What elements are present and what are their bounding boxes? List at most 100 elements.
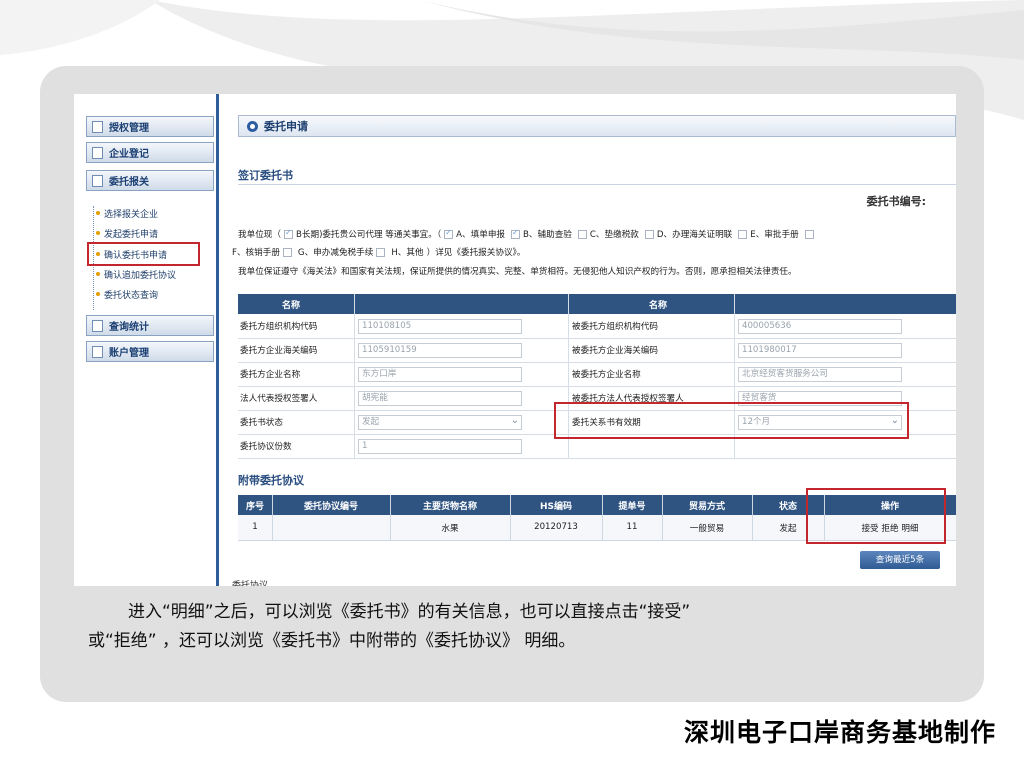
query-recent-button[interactable]: 查询最近5条 xyxy=(860,551,940,569)
client-customs-code-field[interactable]: 1105910159 xyxy=(358,343,522,358)
option-a-label: A、填单申报 xyxy=(456,230,506,240)
sidebar-item-start-request[interactable]: 发起委托申请 xyxy=(96,225,158,241)
client-org-code-field[interactable]: 110108105 xyxy=(358,319,522,334)
app-screenshot: 授权管理 企业登记 委托报关 选择报关企业 发起委托申请 确认委托书申请 确认追… xyxy=(74,94,956,586)
option-h[interactable]: H、其他 xyxy=(391,246,423,258)
sidebar-section-account[interactable]: 账户管理 xyxy=(86,341,214,362)
option-b-checkbox[interactable] xyxy=(511,228,521,239)
caption: 进入“明细”之后，可以浏览《委托书》的有关信息，也可以直接点击“接受” 或“拒绝… xyxy=(88,598,952,656)
field-label: 委托方企业名称 xyxy=(240,370,301,380)
folder-icon xyxy=(92,120,103,133)
cell-hs-code: 20120713 xyxy=(534,522,578,532)
agreement-count-field[interactable]: 1 xyxy=(358,439,522,454)
caption-line2: 或“拒绝” ，还可以浏览《委托书》中附带的《委托协议》 明细。 xyxy=(88,631,576,651)
agent-name-field[interactable]: 北京经贸客货服务公司 xyxy=(738,367,902,382)
option-d[interactable]: D、办理海关证明联 xyxy=(642,228,732,240)
sidebar-section-label: 授权管理 xyxy=(109,123,149,134)
agent-customs-code-field[interactable]: 1101980017 xyxy=(738,343,902,358)
para-text: 我单位现（ xyxy=(238,230,281,240)
sidebar-section-entrust[interactable]: 委托报关 xyxy=(86,170,214,191)
option-f[interactable]: F、核销手册 xyxy=(232,246,295,258)
sidebar-section-register[interactable]: 企业登记 xyxy=(86,142,214,163)
section-title-agreement: 附带委托协议 xyxy=(238,474,304,487)
highlight-box-actions xyxy=(806,488,946,544)
caption-line1: 进入“明细”之后，可以浏览《委托书》的有关信息，也可以直接点击“接受” xyxy=(128,602,691,622)
option-e-checkbox[interactable] xyxy=(738,229,748,239)
col-header: HS编码 xyxy=(539,502,572,512)
sidebar-item-label: 发起委托申请 xyxy=(104,229,159,240)
cell-goods: 水果 xyxy=(441,524,459,534)
bullet-icon xyxy=(96,272,100,276)
sidebar-item-label: 选择报关企业 xyxy=(104,209,159,220)
option-e[interactable]: E、审批手册 xyxy=(735,228,799,240)
bullet-icon xyxy=(96,211,100,215)
section-title-sign: 签订委托书 xyxy=(238,169,293,182)
long-term-checkbox[interactable] xyxy=(283,228,293,239)
option-f-checkbox[interactable] xyxy=(282,247,292,257)
sidebar: 授权管理 企业登记 委托报关 选择报关企业 发起委托申请 确认委托书申请 确认追… xyxy=(74,94,218,586)
cell-bill-no: 11 xyxy=(626,522,638,532)
option-a[interactable]: A、填单申报 xyxy=(441,228,505,240)
bullet-icon xyxy=(96,231,100,235)
col-header: 贸易方式 xyxy=(688,502,725,512)
client-signer-field[interactable]: 胡宪能 xyxy=(358,391,522,406)
sidebar-section-auth[interactable]: 授权管理 xyxy=(86,116,214,137)
highlight-box-validity xyxy=(554,402,909,439)
option-g[interactable]: G、申办减免税手续 xyxy=(298,246,388,258)
option-c-label: C、垫缴税款 xyxy=(589,230,639,240)
info-row: 委托方企业海关编码 1105910159 被委托方企业海关编码 11019800… xyxy=(238,338,956,363)
col-header: 主要货物名称 xyxy=(422,502,477,512)
grid-line xyxy=(662,495,663,540)
grid-line xyxy=(752,495,753,540)
sidebar-section-label: 委托报关 xyxy=(109,177,149,188)
sidebar-item-label: 确认追加委托协议 xyxy=(104,270,177,281)
main-content: 委托申请 签订委托书 委托书编号: 我单位现（ B长期)委托贵公司代理 等通关事… xyxy=(220,94,956,586)
sidebar-section-label: 企业登记 xyxy=(109,149,149,160)
folder-icon xyxy=(92,345,103,358)
col-header: 提单号 xyxy=(618,502,646,512)
sidebar-divider xyxy=(216,94,219,586)
option-g-label: G、申办减免税手续 xyxy=(297,248,374,258)
header-name-right: 名称 xyxy=(649,301,668,311)
option-c-checkbox[interactable] xyxy=(577,229,587,239)
grid-line xyxy=(390,495,391,540)
cert-number-label: 委托书编号: xyxy=(866,195,926,208)
option-b[interactable]: B、辅助查验 xyxy=(508,228,572,240)
option-c[interactable]: C、垫缴税款 xyxy=(575,228,639,240)
client-name-field[interactable]: 东方口岸 xyxy=(358,367,522,382)
field-label: 被委托方组织机构代码 xyxy=(572,322,658,332)
option-e-extra-checkbox[interactable] xyxy=(804,229,814,239)
section-divider xyxy=(238,184,956,185)
folder-icon xyxy=(92,146,103,159)
folder-icon xyxy=(92,319,103,332)
sidebar-section-label: 账户管理 xyxy=(109,348,149,359)
guarantee-text: 我单位保证遵守《海关法》和国家有关法规，保证所提供的情况真实、完整、单货相符。无… xyxy=(238,267,797,277)
para-text: B长期)委托贵公司代理 等通关事宜。（ xyxy=(295,230,442,240)
field-label: 委托方组织机构代码 xyxy=(240,322,318,332)
option-f-label: F、核销手册 xyxy=(232,248,280,258)
sidebar-item-select-broker[interactable]: 选择报关企业 xyxy=(96,205,158,221)
info-row: 委托方组织机构代码 110108105 被委托方组织机构代码 400005636 xyxy=(238,314,956,339)
field-label: 被委托方企业海关编码 xyxy=(572,346,658,356)
entrust-status-select[interactable]: 发起 xyxy=(358,415,522,430)
folder-icon xyxy=(92,174,103,187)
agent-org-code-field[interactable]: 400005636 xyxy=(738,319,902,334)
option-e-label: E、审批手册 xyxy=(750,230,799,240)
entrust-options-line1: 我单位现（ B长期)委托贵公司代理 等通关事宜。（ A、填单申报 B、辅助查验 … xyxy=(238,228,817,240)
info-row: 委托方企业名称 东方口岸 被委托方企业名称 北京经贸客货服务公司 xyxy=(238,362,956,387)
option-d-checkbox[interactable] xyxy=(644,229,654,239)
option-b-label: B、辅助查验 xyxy=(523,230,572,240)
option-h-label: H、其他 xyxy=(391,248,424,258)
sidebar-item-label: 委托状态查询 xyxy=(104,290,159,301)
field-label: 委托方企业海关编码 xyxy=(240,346,318,356)
sidebar-item-confirm-append[interactable]: 确认追加委托协议 xyxy=(96,266,176,282)
option-a-checkbox[interactable] xyxy=(444,228,454,239)
sidebar-section-label: 查询统计 xyxy=(109,322,149,333)
para-text: ）详见《委托报关协议》。 xyxy=(426,248,526,258)
sidebar-item-status-query[interactable]: 委托状态查询 xyxy=(96,286,158,302)
field-label: 法人代表授权签署人 xyxy=(240,394,318,404)
option-g-checkbox[interactable] xyxy=(376,247,386,257)
sidebar-section-stats[interactable]: 查询统计 xyxy=(86,315,214,336)
col-header: 序号 xyxy=(245,502,264,512)
info-table-header: 名称 名称 xyxy=(238,294,956,314)
